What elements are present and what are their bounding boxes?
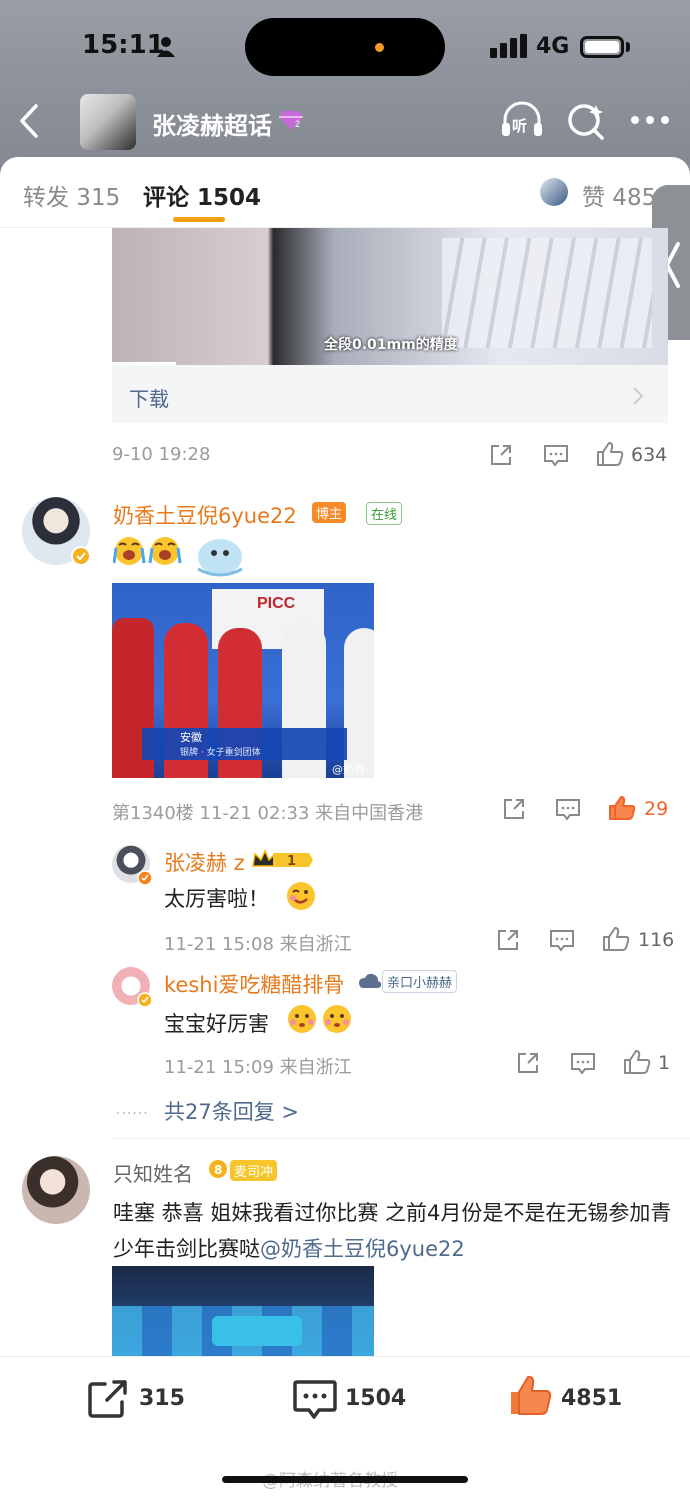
mascot-sticker-icon — [197, 539, 243, 577]
more-replies-dots: ······ — [116, 1106, 149, 1122]
diamond-icon: 2 — [279, 111, 303, 130]
repost-count[interactable]: 315 — [139, 1386, 185, 1411]
comment-image[interactable]: PICC 安徽 银牌 · 女子重剑团体 @奶香 — [112, 583, 374, 778]
comment-icon[interactable] — [549, 928, 575, 952]
status-time: 15:11 — [82, 30, 165, 60]
svg-text:听: 听 — [512, 117, 527, 135]
reply-author[interactable]: 张凌赫 z — [164, 847, 245, 877]
like-icon[interactable] — [602, 926, 630, 952]
share-icon[interactable] — [489, 443, 513, 467]
battery-icon — [580, 36, 624, 58]
fan-badge: 亲口小赫赫 — [382, 970, 458, 993]
camera-indicator — [375, 43, 384, 52]
svg-text:8: 8 — [214, 1163, 222, 1177]
post-time: 9-10 19:28 — [112, 444, 211, 465]
author-badge: 博主 — [312, 502, 347, 523]
signal-icon — [490, 34, 528, 58]
comment-divider — [112, 1138, 690, 1139]
tab-active-indicator — [173, 217, 225, 222]
like-count: 116 — [638, 929, 675, 951]
topic-avatar[interactable] — [80, 94, 136, 150]
image-banner-title: 安徽 — [180, 731, 202, 744]
dynamic-island — [245, 18, 445, 76]
comment-meta: 第1340楼 11-21 02:33 来自中国香港 — [112, 803, 424, 824]
reply-author[interactable]: keshi爱吃糖醋排骨 — [164, 969, 344, 999]
verified-badge-icon — [71, 546, 91, 566]
share-icon[interactable] — [502, 797, 526, 821]
chevron-right-icon — [633, 387, 644, 405]
reply-text: 宝宝好厉害 — [164, 1012, 269, 1036]
download-bar[interactable] — [112, 365, 668, 423]
comment-icon[interactable] — [543, 443, 569, 467]
likes-count[interactable]: 4851 — [561, 1386, 622, 1411]
network-type: 4G — [536, 34, 570, 59]
cloud-badge-icon — [359, 973, 382, 988]
tab-comments[interactable]: 评论 1504 — [143, 178, 261, 212]
svg-text:1: 1 — [287, 854, 296, 869]
crown-level-badge-icon: 1 — [252, 849, 313, 869]
comment-icon[interactable] — [555, 797, 581, 821]
liker-avatar — [540, 178, 568, 206]
video-caption: 全段0.01mm的精度 — [324, 337, 458, 353]
image-banner-subtitle: 银牌 · 女子重剑团体 — [180, 748, 261, 758]
reply-meta: 11-21 15:09 来自浙江 — [164, 1057, 352, 1078]
download-label[interactable]: 下载 — [129, 383, 169, 412]
comments-icon[interactable] — [293, 1378, 337, 1420]
reply-meta: 11-21 15:08 来自浙江 — [164, 934, 352, 955]
level-badge-icon: 8 — [209, 1160, 227, 1178]
back-icon[interactable] — [16, 102, 42, 140]
blush-emoji-icon — [288, 1005, 351, 1033]
verified-badge-icon — [137, 992, 153, 1008]
like-icon[interactable] — [596, 441, 624, 467]
wink-emoji-icon — [287, 882, 315, 910]
image-watermark: @奶香 — [332, 763, 365, 776]
svg-text:2: 2 — [295, 119, 300, 129]
like-icon[interactable] — [623, 1049, 651, 1075]
comments-count[interactable]: 1504 — [345, 1386, 406, 1411]
person-icon — [157, 37, 175, 57]
fan-badge: 麦司冲 — [230, 1160, 278, 1181]
comment-text: 哇塞 恭喜 姐妹我看过你比赛 之前4月份是不是在无锡参加青少年击剑比赛哒@奶香土… — [113, 1195, 673, 1267]
tab-repost[interactable]: 转发 315 — [23, 178, 120, 212]
comment-image[interactable] — [112, 1266, 374, 1356]
battery-tip — [626, 42, 630, 52]
more-replies-link[interactable]: 共27条回复 > — [164, 1096, 299, 1126]
mention-link[interactable]: @奶香土豆倪6yue22 — [260, 1237, 465, 1261]
listen-icon[interactable]: 听 — [500, 100, 544, 140]
comment-icon[interactable] — [570, 1051, 596, 1075]
like-count: 1 — [658, 1052, 671, 1074]
online-badge: 在线 — [366, 502, 403, 525]
commenter-avatar[interactable] — [22, 1156, 90, 1224]
search-icon[interactable] — [566, 101, 606, 141]
reply-text: 太厉害啦！ — [164, 887, 269, 911]
like-count: 634 — [631, 444, 668, 466]
page-title[interactable]: 张凌赫超话 — [152, 106, 272, 141]
repost-icon[interactable] — [87, 1378, 129, 1420]
home-indicator[interactable] — [222, 1476, 468, 1483]
crying-emoji-icon — [113, 537, 182, 565]
like-filled-icon[interactable] — [508, 1374, 552, 1418]
verified-badge-icon — [137, 870, 153, 886]
more-icon[interactable] — [630, 114, 670, 126]
share-icon[interactable] — [496, 928, 520, 952]
like-count: 29 — [644, 798, 669, 820]
liked-icon[interactable] — [608, 795, 636, 821]
share-icon[interactable] — [516, 1051, 540, 1075]
commenter-name[interactable]: 只知姓名 — [113, 1158, 193, 1187]
